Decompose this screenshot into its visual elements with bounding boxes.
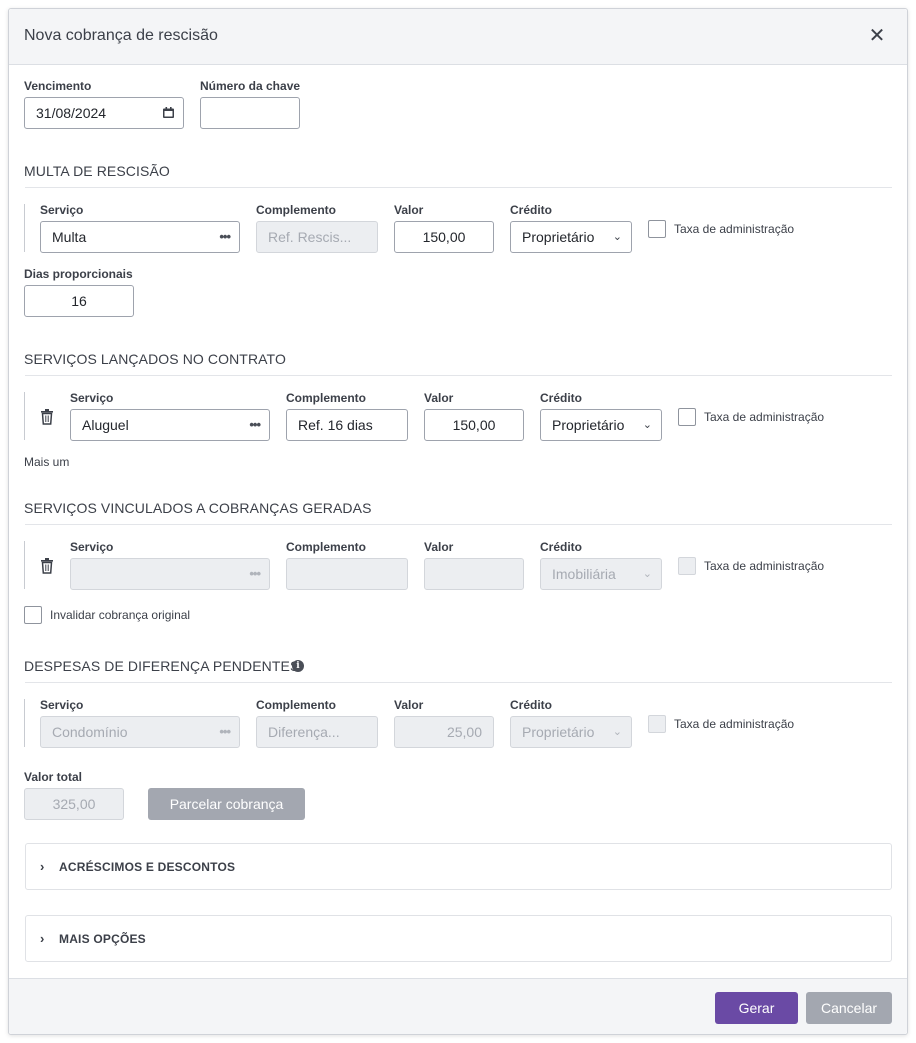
vinculados-valor-label: Valor <box>424 540 454 554</box>
servicos-valor-input[interactable]: 150,00 <box>424 409 524 441</box>
servicos-servico-label: Serviço <box>70 391 114 405</box>
mais-um-link[interactable]: Mais um <box>24 455 69 469</box>
chevron-down-icon: ⌄ <box>642 419 652 431</box>
cancelar-button[interactable]: Cancelar <box>806 992 892 1024</box>
vinculados-taxa-checkbox <box>678 557 696 575</box>
servicos-credito-select[interactable]: Proprietário ⌄ <box>540 409 662 441</box>
multa-complemento-input: Ref. Rescis... <box>256 221 378 253</box>
vinculados-complemento-input <box>286 558 408 590</box>
multa-servico-select[interactable]: Multa ••• <box>40 221 240 253</box>
ellipsis-icon[interactable]: ••• <box>249 410 261 440</box>
mais-opcoes-panel[interactable]: › MAIS OPÇÕES <box>25 915 892 962</box>
servicos-section-title: SERVIÇOS LANÇADOS NO CONTRATO <box>24 351 286 367</box>
despesas-valor-label: Valor <box>394 698 424 712</box>
despesas-credito-value: Proprietário <box>522 724 595 740</box>
vencimento-label: Vencimento <box>24 79 92 93</box>
servicos-taxa-checkbox[interactable] <box>678 408 696 426</box>
valor-total-input: 325,00 <box>24 788 124 820</box>
despesas-section-title: DESPESAS DE DIFERENÇA PENDENTES <box>24 658 300 674</box>
invalidar-label: Invalidar cobrança original <box>50 608 191 622</box>
servicos-complemento-input[interactable]: Ref. 16 dias <box>286 409 408 441</box>
modal-header: Nova cobrança de rescisão ✕ <box>9 9 907 65</box>
multa-credito-value: Proprietário <box>522 229 595 245</box>
vinculados-taxa-label: Taxa de administração <box>704 559 825 573</box>
modal-dialog: Nova cobrança de rescisão ✕ Vencimento 3… <box>8 8 908 1035</box>
close-icon[interactable]: ✕ <box>867 25 887 47</box>
despesas-servico-label: Serviço <box>40 698 84 712</box>
ellipsis-icon: ••• <box>249 566 261 581</box>
dias-proporcionais-label: Dias proporcionais <box>24 267 133 281</box>
vencimento-value: 31/08/2024 <box>36 105 107 121</box>
row-marker <box>24 699 25 747</box>
vinculados-section-title: SERVIÇOS VINCULADOS A COBRANÇAS GERADAS <box>24 500 372 516</box>
acrescimos-descontos-panel[interactable]: › ACRÉSCIMOS E DESCONTOS <box>25 843 892 890</box>
trash-icon[interactable] <box>40 409 54 425</box>
vinculados-complemento-label: Complemento <box>286 540 367 554</box>
chevron-right-icon: › <box>40 931 45 946</box>
vencimento-date-input[interactable]: 31/08/2024 <box>24 97 184 129</box>
despesas-taxa-label: Taxa de administração <box>674 717 795 731</box>
chevron-down-icon: ⌄ <box>642 568 652 580</box>
vinculados-credito-label: Crédito <box>540 540 582 554</box>
divider <box>25 187 892 188</box>
divider <box>25 524 892 525</box>
servicos-credito-value: Proprietário <box>552 417 625 433</box>
calendar-icon[interactable] <box>163 107 174 118</box>
multa-servico-value: Multa <box>52 229 87 245</box>
multa-servico-label: Serviço <box>40 203 84 217</box>
despesas-complemento-label: Complemento <box>256 698 337 712</box>
vinculados-servico-select: ••• <box>70 558 270 590</box>
servicos-valor-label: Valor <box>424 391 454 405</box>
despesas-credito-select: Proprietário ⌄ <box>510 716 632 748</box>
row-marker <box>24 204 25 252</box>
row-marker <box>24 392 25 440</box>
multa-credito-select[interactable]: Proprietário ⌄ <box>510 221 632 253</box>
vinculados-credito-value: Imobiliária <box>552 566 616 582</box>
parcelar-cobranca-button[interactable]: Parcelar cobrança <box>148 788 305 820</box>
despesas-credito-label: Crédito <box>510 698 552 712</box>
despesas-taxa-checkbox <box>648 715 666 733</box>
divider <box>25 375 892 376</box>
row-marker <box>24 541 25 589</box>
ellipsis-icon: ••• <box>219 724 231 739</box>
despesas-valor-input: 25,00 <box>394 716 494 748</box>
info-icon[interactable]: i <box>292 660 304 672</box>
modal-title: Nova cobrança de rescisão <box>24 27 218 44</box>
vinculados-credito-select: Imobiliária ⌄ <box>540 558 662 590</box>
chevron-down-icon: ⌄ <box>612 726 622 738</box>
modal-footer: Gerar Cancelar <box>9 978 907 1034</box>
multa-taxa-label: Taxa de administração <box>674 222 795 236</box>
servicos-complemento-label: Complemento <box>286 391 367 405</box>
despesas-servico-select: Condomínio ••• <box>40 716 240 748</box>
chevron-right-icon: › <box>40 859 45 874</box>
servicos-servico-value: Aluguel <box>82 417 129 433</box>
multa-taxa-checkbox[interactable] <box>648 220 666 238</box>
valor-total-label: Valor total <box>24 770 83 784</box>
trash-icon[interactable] <box>40 558 54 574</box>
multa-credito-label: Crédito <box>510 203 552 217</box>
multa-valor-label: Valor <box>394 203 424 217</box>
multa-valor-input[interactable]: 150,00 <box>394 221 494 253</box>
servicos-servico-select[interactable]: Aluguel ••• <box>70 409 270 441</box>
multa-section-title: MULTA DE RESCISÃO <box>24 163 170 179</box>
acrescimos-descontos-title: ACRÉSCIMOS E DESCONTOS <box>59 860 236 874</box>
chave-label: Número da chave <box>200 79 301 93</box>
mais-opcoes-title: MAIS OPÇÕES <box>59 932 146 946</box>
vinculados-servico-label: Serviço <box>70 540 114 554</box>
dias-proporcionais-input[interactable]: 16 <box>24 285 134 317</box>
gerar-button[interactable]: Gerar <box>715 992 798 1024</box>
servicos-credito-label: Crédito <box>540 391 582 405</box>
servicos-taxa-label: Taxa de administração <box>704 410 825 424</box>
ellipsis-icon[interactable]: ••• <box>219 222 231 252</box>
despesas-servico-value: Condomínio <box>52 724 128 740</box>
divider <box>25 682 892 683</box>
vinculados-valor-input <box>424 558 524 590</box>
chave-input[interactable] <box>200 97 300 129</box>
multa-complemento-label: Complemento <box>256 203 337 217</box>
despesas-complemento-input: Diferença... <box>256 716 378 748</box>
chevron-down-icon: ⌄ <box>612 231 622 243</box>
invalidar-checkbox[interactable] <box>24 606 42 624</box>
